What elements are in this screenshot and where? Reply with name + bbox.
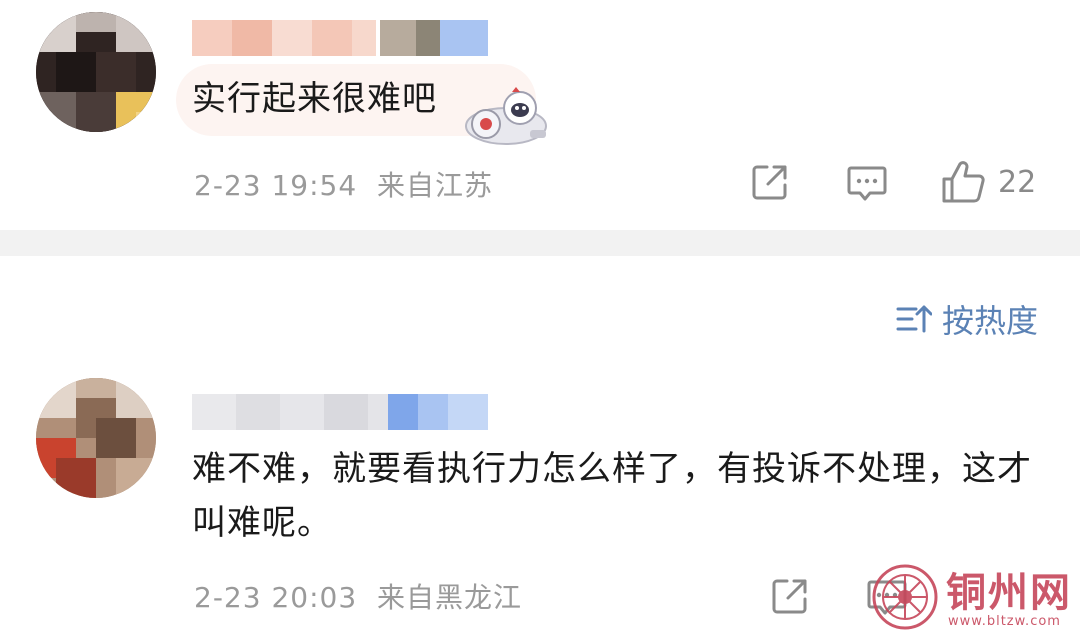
- share-button[interactable]: [750, 162, 790, 202]
- comment-icon: [847, 166, 887, 201]
- section-divider: [0, 230, 1080, 256]
- sort-by-hot-button[interactable]: 按热度: [896, 296, 1038, 342]
- watermark-url: www.bltzw.com: [948, 614, 1061, 629]
- comment-item: 实行起来很难吧 2-23 19:54 来自江苏 22: [0, 0, 1080, 230]
- comment-text: 实行起来很难吧: [192, 79, 437, 119]
- comment-meta: 2-23 19:54 来自江苏: [194, 164, 493, 204]
- comment-meta: 2-23 20:03 来自黑龙江: [194, 576, 522, 616]
- share-button[interactable]: [770, 576, 810, 616]
- timestamp: 2-23 19:54: [194, 169, 358, 202]
- watermark-title: 铜州网: [946, 569, 1072, 616]
- sort-icon: [896, 305, 932, 333]
- like-count: 22: [998, 164, 1037, 200]
- reply-button[interactable]: [846, 164, 888, 204]
- comment-text: 难不难，就要看执行力怎么样了，有投诉不处理，这才叫难呢。: [192, 449, 1032, 543]
- watermark-logo-icon: [872, 564, 938, 630]
- avatar[interactable]: [36, 12, 156, 132]
- site-watermark: 铜州网 www.bltzw.com: [866, 560, 1076, 636]
- share-icon: [752, 165, 787, 200]
- username[interactable]: [192, 394, 488, 430]
- timestamp: 2-23 20:03: [194, 581, 358, 614]
- sort-label: 按热度: [941, 302, 1038, 340]
- location: 来自黑龙江: [377, 581, 523, 614]
- location: 来自江苏: [377, 169, 494, 202]
- avatar[interactable]: [36, 378, 156, 498]
- like-button[interactable]: 22: [940, 160, 1036, 204]
- astronaut-sticker-icon: [465, 87, 547, 145]
- username[interactable]: [192, 20, 488, 56]
- share-icon: [772, 579, 807, 614]
- like-icon: [942, 161, 985, 203]
